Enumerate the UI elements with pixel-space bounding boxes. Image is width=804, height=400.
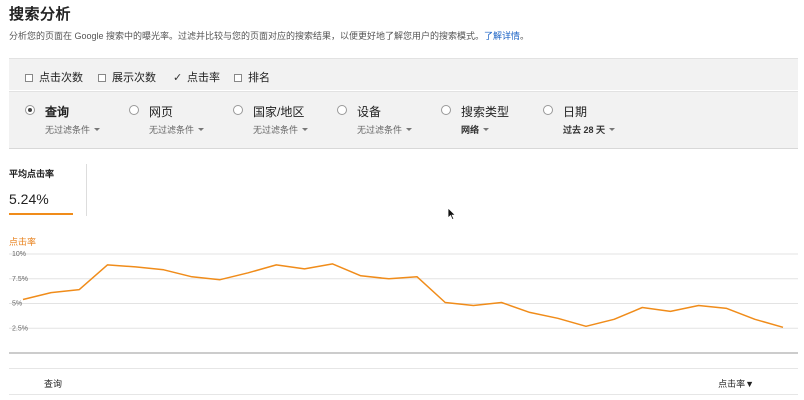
checkbox-icon[interactable]: [25, 74, 33, 82]
metric-clicks[interactable]: 点击次数: [25, 69, 83, 85]
chevron-down-icon: [483, 128, 490, 131]
dimension-devices-label: 设备: [357, 105, 382, 119]
mouse-cursor-icon: [447, 207, 457, 221]
dimension-devices-filter[interactable]: 无过滤条件: [357, 123, 413, 136]
metric-position-label: 排名: [248, 72, 270, 84]
filter-text: 无过滤条件: [357, 125, 403, 135]
radio-icon[interactable]: [233, 105, 243, 115]
ctr-line-chart: 10% 7.5% 5% 2.5%: [9, 251, 798, 354]
radio-icon[interactable]: [337, 105, 347, 115]
description-end: 。: [520, 31, 530, 41]
filter-text: 网络: [461, 125, 480, 135]
description-text: 分析您的页面在 Google 搜索中的曝光率。过滤并比较与您的页面对应的搜索结果…: [9, 31, 485, 41]
dimension-search-type-filter[interactable]: 网络: [461, 123, 490, 136]
dimension-queries-label: 查询: [45, 105, 70, 119]
dimension-pages-filter[interactable]: 无过滤条件: [149, 123, 205, 136]
filter-text: 无过滤条件: [253, 125, 299, 135]
y-tick-label: 5%: [12, 301, 22, 308]
summary-underline: [9, 213, 73, 215]
checkmark-icon[interactable]: ✓: [173, 71, 182, 84]
column-header-ctr[interactable]: 点击率▼: [718, 377, 754, 390]
filter-text: 过去 28 天: [563, 125, 606, 135]
chevron-down-icon: [609, 128, 616, 131]
summary-label: 平均点击率: [9, 169, 55, 179]
results-table-header: 查询 点击率▼: [9, 368, 798, 395]
dimension-pages-label: 网页: [149, 105, 174, 119]
column-header-query[interactable]: 查询: [44, 377, 62, 390]
summary-divider: [86, 164, 87, 216]
chevron-down-icon: [302, 128, 309, 131]
checkbox-icon[interactable]: [98, 74, 106, 82]
metric-impressions[interactable]: 展示次数: [98, 69, 156, 85]
radio-icon[interactable]: [441, 105, 451, 115]
metric-ctr-label: 点击率: [187, 72, 220, 84]
dimension-countries-filter[interactable]: 无过滤条件: [253, 123, 309, 136]
metric-impressions-label: 展示次数: [112, 72, 156, 84]
dimension-dates-filter[interactable]: 过去 28 天: [563, 123, 616, 136]
metric-clicks-label: 点击次数: [39, 72, 83, 84]
checkbox-icon[interactable]: [234, 74, 242, 82]
filter-text: 无过滤条件: [149, 125, 195, 135]
filter-text: 无过滤条件: [45, 125, 91, 135]
dimension-countries-label: 国家/地区: [253, 105, 305, 119]
y-tick-label: 10%: [12, 251, 26, 258]
radio-selected-icon[interactable]: [25, 105, 35, 115]
dimension-search-type-label: 搜索类型: [461, 105, 510, 119]
dimension-dates-label: 日期: [563, 105, 588, 119]
learn-more-link[interactable]: 了解详情: [484, 31, 520, 41]
chevron-down-icon: [406, 128, 413, 131]
y-tick-label: 2.5%: [12, 325, 28, 332]
summary-value: 5.24%: [9, 191, 49, 207]
radio-icon[interactable]: [129, 105, 139, 115]
metric-position[interactable]: 排名: [234, 69, 270, 85]
page-description: 分析您的页面在 Google 搜索中的曝光率。过滤并比较与您的页面对应的搜索结果…: [9, 29, 529, 42]
metric-ctr[interactable]: ✓ 点击率: [173, 69, 220, 85]
radio-icon[interactable]: [543, 105, 553, 115]
page-title: 搜索分析: [9, 6, 72, 23]
chevron-down-icon: [198, 128, 205, 131]
ctr-series-line: [22, 263, 784, 329]
chevron-down-icon: [94, 128, 101, 131]
dimension-bar: 查询 无过滤条件 网页 无过滤条件 国家/地区 无过滤条件 设备 无过滤条件 搜…: [9, 91, 798, 149]
dimension-queries-filter[interactable]: 无过滤条件: [45, 123, 101, 136]
metrics-bar: 点击次数 展示次数 ✓ 点击率 排名: [9, 58, 798, 90]
y-tick-label: 7.5%: [12, 276, 28, 283]
